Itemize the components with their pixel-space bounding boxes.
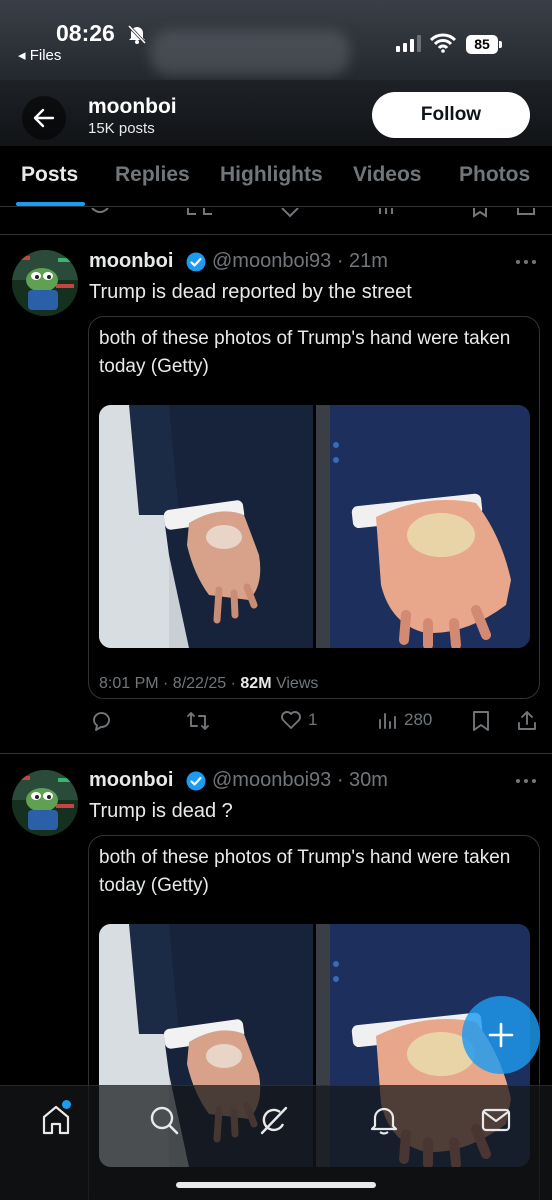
post-time: · 21m (336, 250, 388, 272)
profile-post-count: 15K posts (88, 120, 155, 137)
tab-videos[interactable]: Videos (353, 163, 421, 187)
wifi-icon (430, 33, 456, 53)
author-handle-text: @moonboi93 (212, 250, 332, 272)
post-divider (0, 753, 552, 754)
avatar[interactable] (12, 250, 78, 316)
avatar-image (12, 770, 78, 836)
author-handle: @moonboi93 · 30m (212, 769, 388, 792)
avatar-image (12, 250, 78, 316)
share-button[interactable] (516, 710, 538, 732)
quoted-tweet-view-count: 82M (240, 675, 272, 692)
reply-button[interactable] (90, 710, 112, 732)
views-icon (379, 713, 396, 729)
active-tab-indicator (16, 202, 85, 206)
status-bar-blur (150, 30, 350, 76)
compose-button[interactable] (462, 996, 540, 1074)
tab-replies[interactable]: Replies (115, 163, 190, 187)
post-time: · 30m (336, 769, 388, 791)
author-handle: @moonboi93 · 21m (212, 250, 388, 273)
tweet-actions: 1 280 (0, 708, 552, 738)
bookmark-icon (473, 711, 489, 731)
share-icon (518, 711, 536, 730)
bookmark-button[interactable] (472, 710, 490, 732)
hand-photo-left-image (99, 405, 313, 648)
profile-name: moonboi (88, 95, 177, 118)
quoted-tweet-views-label: Views (271, 675, 319, 692)
battery-tip (499, 41, 502, 48)
follow-button[interactable]: Follow (372, 92, 530, 138)
repost-icon (187, 712, 209, 730)
tab-highlights[interactable]: Highlights (220, 163, 323, 187)
more-icon[interactable] (514, 258, 538, 266)
profile-header: moonboi 15K posts Follow (0, 80, 552, 146)
compose-icon (488, 1022, 514, 1048)
hand-photo-right-image (316, 405, 530, 648)
like-button[interactable]: 1 (280, 710, 317, 730)
notifications-icon[interactable] (368, 1104, 400, 1136)
author-name[interactable]: moonboi (89, 250, 173, 273)
photo-grid[interactable] (99, 405, 530, 648)
tab-photos[interactable]: Photos (459, 163, 530, 187)
bell-muted-icon (127, 24, 147, 44)
profile-tabs: Posts Replies Highlights Videos Photos (0, 146, 552, 207)
avatar[interactable] (12, 770, 78, 836)
like-count: 1 (308, 710, 318, 729)
repost-button[interactable] (186, 710, 210, 732)
status-time: 08:26 (56, 20, 115, 46)
quoted-tweet-text: both of these photos of Trump's hand wer… (99, 328, 511, 377)
views-button[interactable]: 280 (378, 710, 432, 730)
home-notification-dot (62, 1100, 71, 1109)
previous-post-actions-partial (0, 207, 552, 219)
cellular-signal-icon (396, 35, 421, 52)
bottom-navigation (0, 1085, 552, 1200)
battery-indicator: 85 (466, 35, 498, 54)
status-bar: 08:26 ◂ Files 85 (0, 0, 552, 80)
home-indicator (176, 1182, 376, 1188)
tweet-text: Trump is dead reported by the street (89, 281, 412, 303)
tab-posts[interactable]: Posts (21, 163, 78, 187)
hand-photo-right[interactable] (316, 405, 530, 648)
reply-icon (93, 712, 110, 731)
more-icon[interactable] (514, 777, 538, 785)
back-to-files-link[interactable]: ◂ Files (18, 46, 61, 64)
verified-badge-icon (186, 771, 206, 791)
post-divider (0, 234, 552, 235)
messages-icon[interactable] (480, 1104, 512, 1136)
back-button[interactable] (22, 96, 66, 140)
author-name[interactable]: moonboi (89, 769, 173, 792)
quoted-tweet-text: both of these photos of Trump's hand wer… (99, 847, 511, 896)
quoted-tweet-meta: 8:01 PM · 8/22/25 · 82M Views (99, 675, 318, 693)
partial-action-icons (91, 207, 535, 218)
like-icon (281, 711, 301, 729)
hand-photo-left[interactable] (99, 405, 313, 648)
view-count: 280 (404, 710, 433, 729)
tweet-text: Trump is dead ? (89, 800, 233, 822)
back-arrow-icon (33, 108, 55, 128)
quoted-tweet[interactable]: both of these photos of Trump's hand wer… (88, 316, 540, 699)
grok-icon[interactable] (258, 1104, 290, 1136)
quoted-tweet-timestamp: 8:01 PM · 8/22/25 · (99, 675, 241, 692)
verified-badge-icon (186, 252, 206, 272)
search-icon[interactable] (148, 1104, 180, 1136)
author-handle-text: @moonboi93 (212, 769, 332, 791)
